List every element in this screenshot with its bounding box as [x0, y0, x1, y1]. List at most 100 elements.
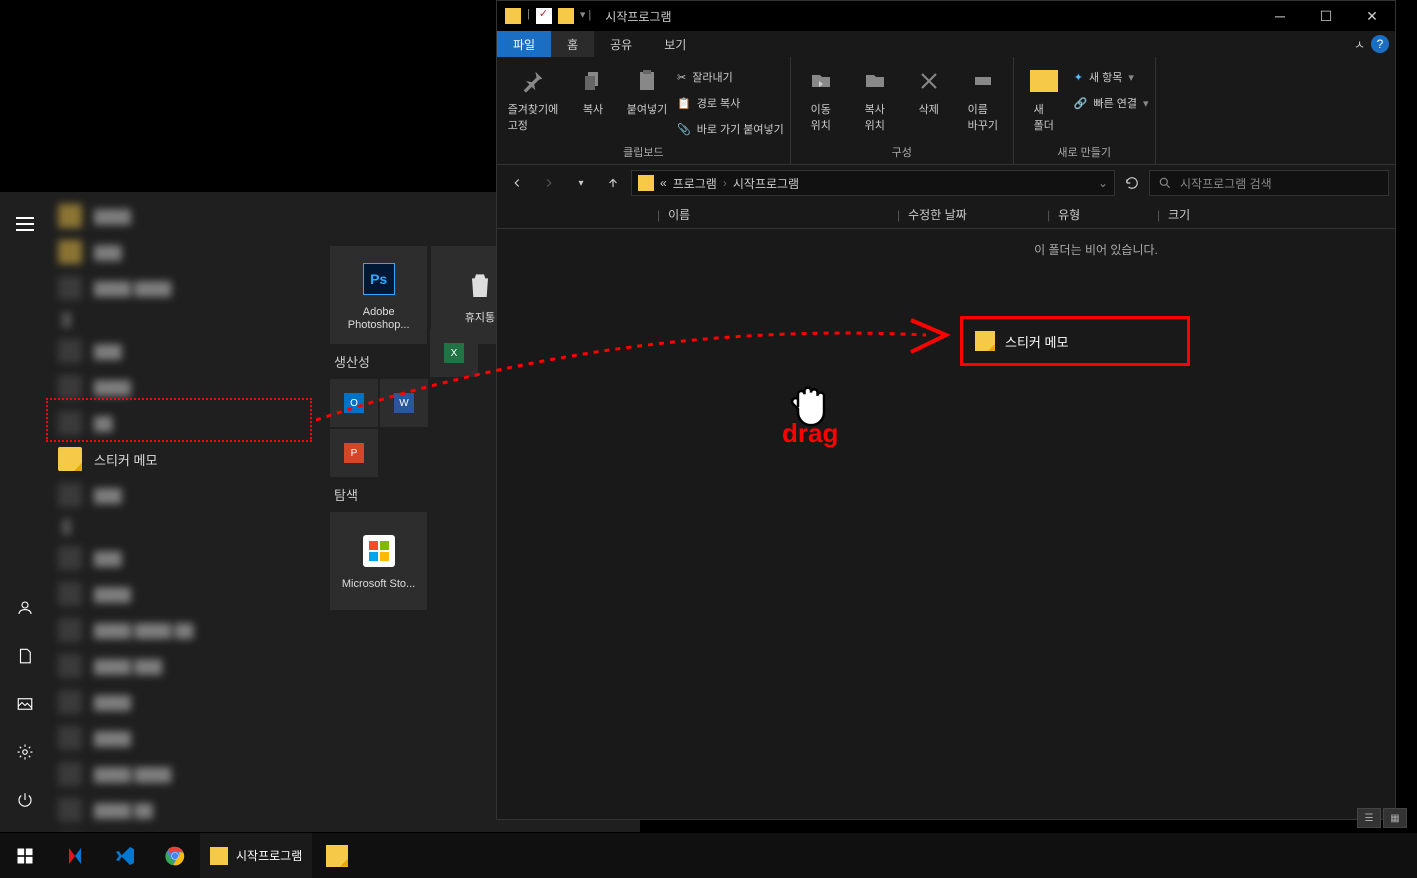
- recent-button[interactable]: ▾: [567, 169, 595, 197]
- details-view-button[interactable]: ☰: [1357, 808, 1381, 828]
- tab-share[interactable]: 공유: [594, 31, 648, 57]
- col-size[interactable]: |크기: [1157, 206, 1227, 223]
- folder-icon: [638, 175, 654, 191]
- up-button[interactable]: [599, 169, 627, 197]
- office-tile-group[interactable]: O W P: [330, 379, 428, 477]
- icons-view-button[interactable]: ▦: [1383, 808, 1407, 828]
- tile-photoshop[interactable]: Ps Adobe Photoshop...: [330, 246, 427, 344]
- app-item[interactable]: ███: [50, 333, 320, 369]
- list-header: █: [50, 513, 320, 540]
- help-icon[interactable]: ?: [1371, 35, 1389, 53]
- app-item[interactable]: ██: [50, 405, 320, 441]
- new-folder-icon: [1028, 65, 1060, 97]
- app-item[interactable]: ████: [50, 198, 320, 234]
- app-item[interactable]: ████: [50, 576, 320, 612]
- search-input[interactable]: 시작프로그램 검색: [1149, 170, 1389, 196]
- collapse-ribbon-icon[interactable]: ㅅ: [1354, 36, 1365, 53]
- tab-file[interactable]: 파일: [497, 31, 551, 57]
- maximize-button[interactable]: ☐: [1303, 1, 1349, 31]
- tile-word[interactable]: W: [380, 379, 428, 427]
- app-item[interactable]: ███: [50, 540, 320, 576]
- view-toggle: ☰ ▦: [1357, 808, 1407, 828]
- move-icon: [805, 65, 837, 97]
- app-item[interactable]: ████ ███: [50, 648, 320, 684]
- new-item-button[interactable]: ✦새 항목 ▾: [1074, 65, 1149, 89]
- taskbar-app-explorer[interactable]: 시작프로그램: [200, 833, 312, 878]
- easy-access-button[interactable]: 🔗빠른 연결 ▾: [1074, 91, 1149, 115]
- sticky-notes-icon: [58, 447, 82, 471]
- taskbar-app-snip[interactable]: [50, 833, 100, 878]
- rename-button[interactable]: 이름 바꾸기: [959, 61, 1007, 142]
- taskbar-app-vscode[interactable]: [100, 833, 150, 878]
- taskbar-app-chrome[interactable]: [150, 833, 200, 878]
- app-item[interactable]: ████ ████: [50, 270, 320, 306]
- folder-icon: [558, 8, 574, 24]
- empty-folder-message: 이 폴더는 비어 있습니다.: [497, 229, 1395, 258]
- close-button[interactable]: ✕: [1349, 1, 1395, 31]
- tab-home[interactable]: 홈: [551, 31, 594, 57]
- copy-path-button[interactable]: 📋경로 복사: [677, 91, 784, 115]
- new-item-icon: ✦: [1074, 71, 1083, 84]
- settings-icon[interactable]: [0, 728, 50, 776]
- sticky-notes-app-item[interactable]: 스티커 메모: [50, 441, 320, 477]
- pin-button[interactable]: 즐겨찾기에 고정: [503, 61, 563, 142]
- breadcrumb-startup[interactable]: 시작프로그램: [733, 175, 799, 192]
- store-icon: [358, 530, 400, 572]
- paste-icon: [631, 65, 663, 97]
- move-to-button[interactable]: 이동 위치: [797, 61, 845, 142]
- path-icon: 📋: [677, 97, 691, 110]
- window-title: 시작프로그램: [599, 8, 671, 25]
- col-type[interactable]: |유형: [1047, 206, 1157, 223]
- shortcut-icon: 📎: [677, 123, 691, 136]
- column-headers: |이름 |수정한 날짜 |유형 |크기: [497, 201, 1395, 229]
- tab-view[interactable]: 보기: [648, 31, 702, 57]
- taskbar: 시작프로그램: [0, 833, 1417, 878]
- breadcrumb-programs[interactable]: 프로그램: [673, 175, 717, 192]
- forward-button[interactable]: [535, 169, 563, 197]
- app-item[interactable]: ████ ████ ██: [50, 612, 320, 648]
- app-item[interactable]: ████: [50, 369, 320, 405]
- app-item[interactable]: ███: [50, 234, 320, 270]
- refresh-button[interactable]: [1119, 170, 1145, 196]
- app-item[interactable]: ████ ████: [50, 756, 320, 792]
- delete-button[interactable]: 삭제: [905, 61, 953, 142]
- copy-to-button[interactable]: 복사 위치: [851, 61, 899, 142]
- check-icon: [536, 8, 552, 24]
- cut-icon: ✂: [677, 71, 686, 84]
- app-item[interactable]: ███: [50, 477, 320, 513]
- pin-icon: [517, 65, 549, 97]
- col-date[interactable]: |수정한 날짜: [897, 206, 1047, 223]
- col-name[interactable]: |이름: [657, 206, 897, 223]
- ribbon: 즐겨찾기에 고정 복사 붙여넣기 ✂잘라내기 📋경로 복사 📎바로 가기 붙여넣…: [497, 57, 1395, 165]
- tile-outlook[interactable]: O: [330, 379, 378, 427]
- app-item[interactable]: ████: [50, 684, 320, 720]
- ribbon-tabs: 파일 홈 공유 보기 ㅅ ?: [497, 31, 1395, 57]
- hamburger-icon[interactable]: [0, 200, 50, 248]
- user-icon[interactable]: [0, 584, 50, 632]
- app-item[interactable]: ████: [50, 720, 320, 756]
- power-icon[interactable]: [0, 776, 50, 824]
- back-button[interactable]: [503, 169, 531, 197]
- paste-shortcut-button[interactable]: 📎바로 가기 붙여넣기: [677, 117, 784, 141]
- annotation-drop-target: 스티커 메모: [960, 316, 1190, 366]
- new-folder-button[interactable]: 새 폴더: [1020, 61, 1068, 142]
- copy-icon: [577, 65, 609, 97]
- app-item[interactable]: ████ ████ █████: [50, 828, 320, 832]
- start-button[interactable]: [0, 833, 50, 878]
- taskbar-app-sticky-notes[interactable]: [312, 833, 362, 878]
- cut-button[interactable]: ✂잘라내기: [677, 65, 784, 89]
- copy-button[interactable]: 복사: [569, 61, 617, 142]
- address-bar[interactable]: « 프로그램 › 시작프로그램 ⌄: [631, 170, 1115, 196]
- documents-icon[interactable]: [0, 632, 50, 680]
- pictures-icon[interactable]: [0, 680, 50, 728]
- tile-powerpoint[interactable]: P: [330, 429, 378, 477]
- tile-store[interactable]: Microsoft Sto...: [330, 512, 427, 610]
- clipboard-group-label: 클립보드: [503, 142, 784, 160]
- delete-icon: [913, 65, 945, 97]
- paste-button[interactable]: 붙여넣기: [623, 61, 671, 142]
- app-item[interactable]: ████ ██: [50, 792, 320, 828]
- minimize-button[interactable]: ─: [1257, 1, 1303, 31]
- link-icon: 🔗: [1074, 97, 1088, 110]
- tile-excel[interactable]: X: [430, 329, 478, 377]
- file-list[interactable]: |이름 |수정한 날짜 |유형 |크기 이 폴더는 비어 있습니다.: [497, 201, 1395, 791]
